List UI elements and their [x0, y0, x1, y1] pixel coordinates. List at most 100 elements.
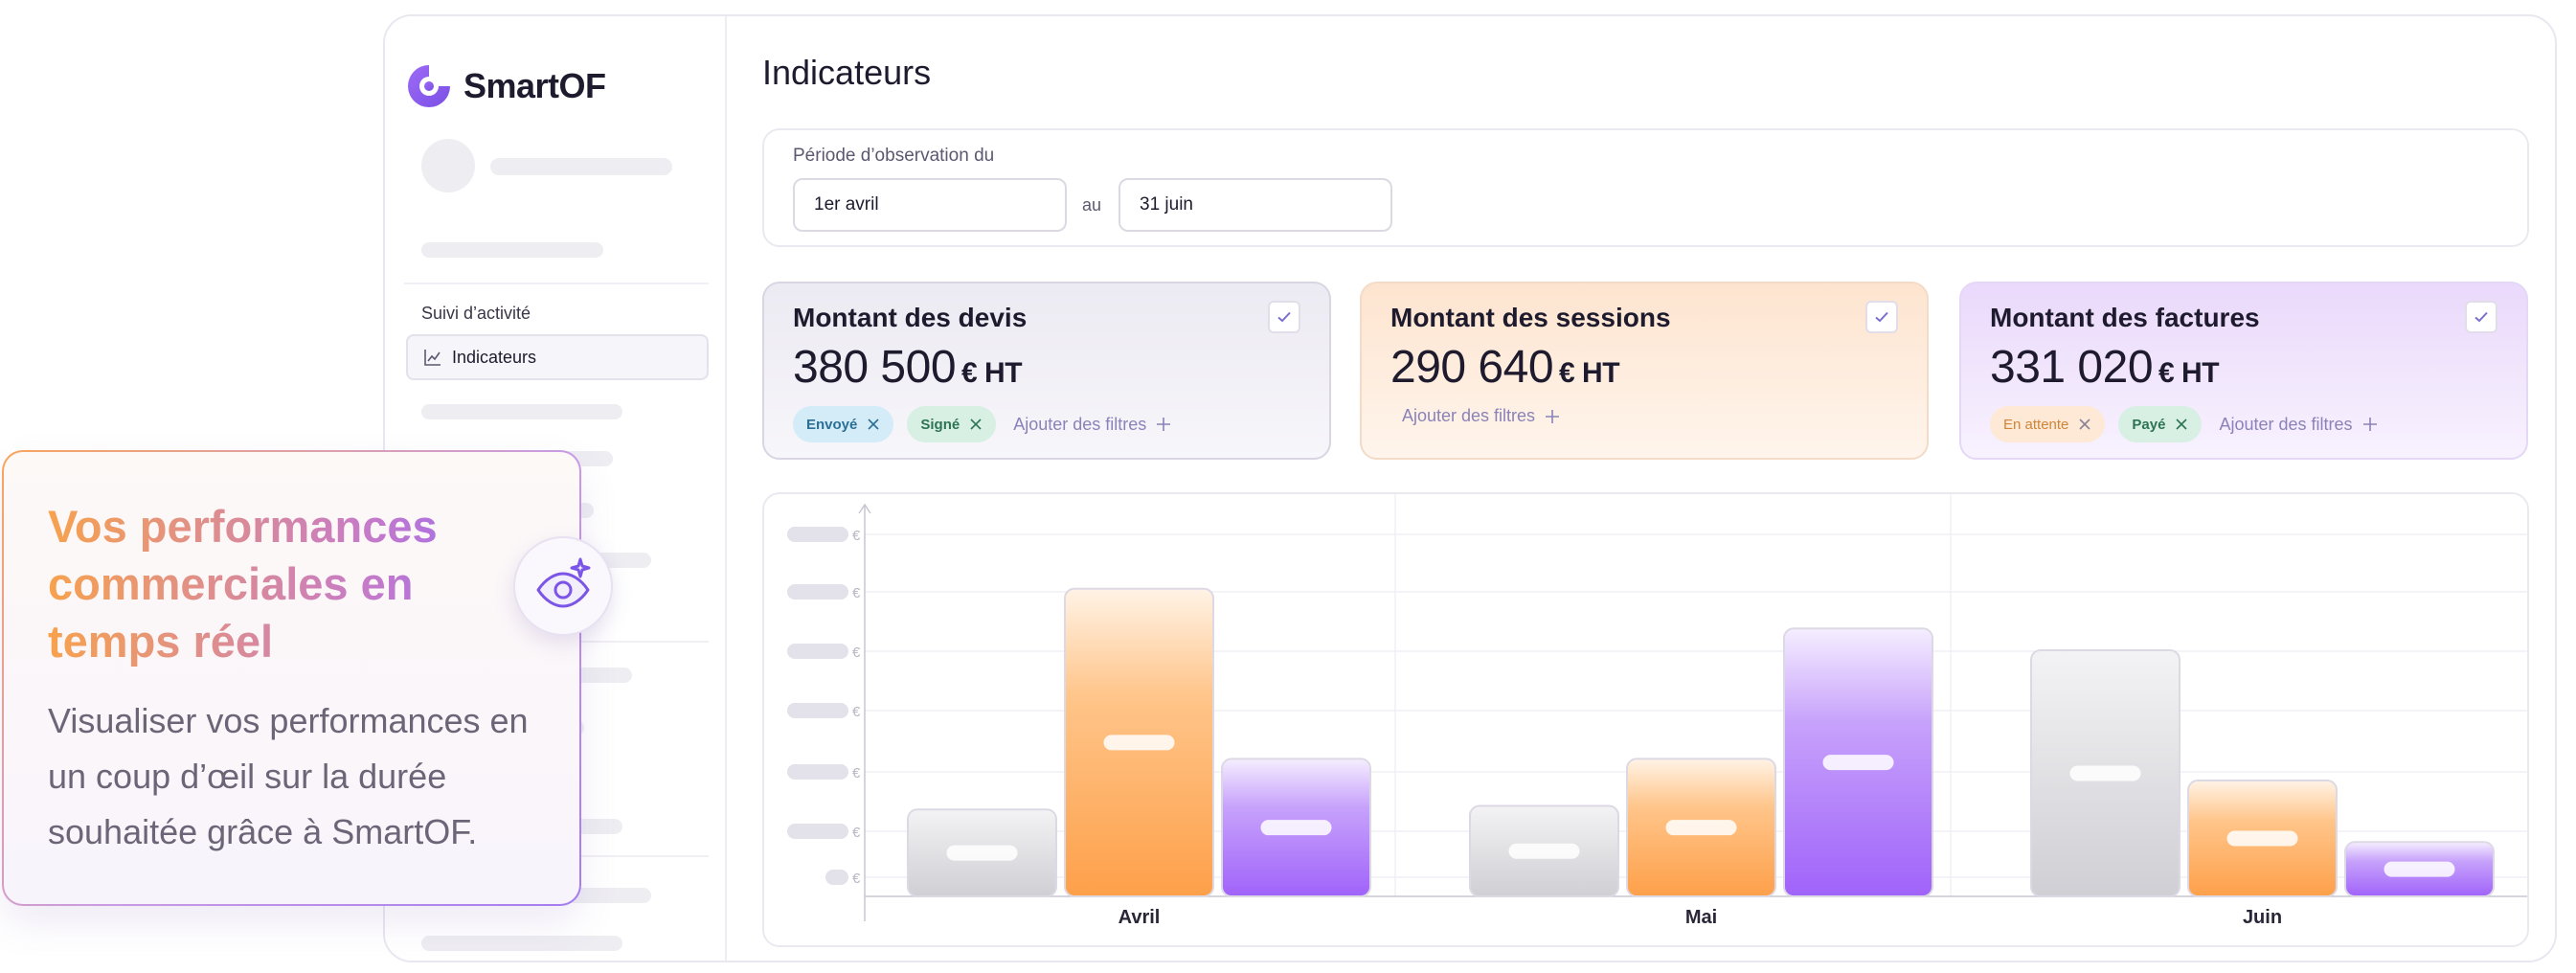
period-separator: au	[1082, 195, 1102, 215]
filter-chip[interactable]: En attente	[1990, 406, 2106, 442]
check-icon	[1277, 311, 1291, 323]
kpi-amount: 290 640	[1390, 342, 1554, 393]
date-to-input[interactable]	[1119, 178, 1392, 232]
plus-icon	[2362, 418, 2377, 431]
callout-text: Visualiser vos performances en un coup d…	[48, 701, 529, 851]
kpi-value: 290 640 € HT	[1390, 341, 1620, 394]
plus-icon	[1546, 409, 1560, 423]
kpi-title: Montant des factures	[1990, 303, 2260, 332]
kpi-checkbox[interactable]	[1268, 301, 1300, 333]
filter-chip-label: Signé	[920, 416, 960, 433]
x-tick-label: Mai	[1685, 907, 1717, 928]
y-tick-unit: €	[852, 765, 861, 781]
y-tick-placeholder	[787, 644, 848, 659]
sidebar-section-label: Suivi d’activité	[421, 304, 531, 323]
kpi-title: Montant des devis	[793, 303, 1028, 332]
y-tick-unit: €	[852, 871, 861, 887]
bar-value-placeholder	[1665, 820, 1737, 836]
add-filter-label: Ajouter des filtres	[1402, 406, 1536, 425]
y-tick-placeholder	[787, 764, 848, 780]
kpi-title: Montant des sessions	[1390, 303, 1671, 332]
add-filter-button[interactable]: Ajouter des filtres	[1013, 415, 1171, 435]
username-placeholder	[490, 158, 672, 175]
y-tick-unit: €	[852, 528, 861, 544]
check-icon	[1875, 311, 1888, 323]
add-filter-label: Ajouter des filtres	[2219, 414, 2353, 434]
kpi-amount: 331 020	[1990, 342, 2154, 393]
kpi-checkbox[interactable]	[2465, 301, 2497, 333]
y-tick-placeholder	[787, 824, 848, 839]
close-icon[interactable]	[867, 418, 880, 431]
kpi-unit: € HT	[2158, 357, 2220, 389]
sidebar-item-label: Indicateurs	[452, 347, 537, 367]
page-title: Indicateurs	[762, 53, 932, 92]
kpi-checkbox[interactable]	[1865, 301, 1898, 333]
smartof-logo-icon	[408, 65, 450, 107]
y-tick-placeholder	[787, 527, 848, 542]
filter-chip-label: Envoyé	[806, 416, 858, 433]
period-filter: Période d’observation du au	[762, 128, 2529, 247]
plus-icon	[1157, 418, 1171, 431]
x-tick-label: Avril	[1119, 907, 1161, 928]
add-filter-label: Ajouter des filtres	[1013, 414, 1147, 434]
bar-value-placeholder	[1508, 843, 1580, 859]
avatar-placeholder	[421, 139, 475, 192]
filter-chip[interactable]: Envoyé	[793, 406, 894, 442]
check-icon	[2474, 311, 2488, 323]
logo[interactable]: SmartOF	[404, 59, 606, 113]
app-window: SmartOF Suivi d’activité Indicateurs Ind…	[383, 14, 2557, 962]
y-tick-unit: €	[852, 825, 861, 841]
bar-value-placeholder	[946, 845, 1018, 861]
period-label: Période d’observation du	[793, 146, 995, 166]
y-tick-unit: €	[852, 704, 861, 720]
menu-placeholder	[421, 242, 603, 258]
callout-title: Vos performances commerciales en temps r…	[48, 498, 498, 670]
kpi-value: 331 020 € HT	[1990, 341, 2220, 394]
kpi-card-sessions[interactable]: Montant des sessions 290 640 € HT Ajouter…	[1360, 282, 1929, 460]
bar-chart: € € € € € € € Avril Mai Juin	[787, 494, 2527, 928]
filter-chip[interactable]: Signé	[907, 406, 997, 442]
kpi-filters: Envoyé Signé Ajouter des filtres	[793, 406, 1171, 442]
filter-chip-label: Payé	[2132, 416, 2166, 433]
chart-card: € € € € € € € Avril Mai Juin	[762, 492, 2529, 947]
add-filter-button[interactable]: Ajouter des filtres	[1402, 406, 1560, 426]
x-tick-label: Juin	[2243, 907, 2282, 928]
y-tick-unit: €	[852, 645, 861, 661]
bar-value-placeholder	[1822, 755, 1894, 771]
y-tick-placeholder	[825, 870, 848, 885]
sidebar-item-indicateurs[interactable]: Indicateurs	[406, 334, 709, 380]
kpi-amount: 380 500	[793, 342, 957, 393]
sidebar-divider	[404, 283, 709, 284]
chart-line-icon	[424, 350, 441, 366]
filter-chip[interactable]: Payé	[2118, 406, 2203, 442]
bar-value-placeholder	[2226, 830, 2298, 847]
main-content: Indicateurs Période d’observation du au …	[727, 16, 2555, 961]
kpi-unit: € HT	[961, 357, 1023, 389]
close-icon[interactable]	[2175, 418, 2188, 431]
eye-sparkle-icon	[536, 557, 591, 608]
menu-placeholder	[421, 936, 622, 951]
feature-callout-body: Vos performances commerciales en temps r…	[4, 452, 579, 904]
bar-value-placeholder	[2384, 861, 2455, 877]
close-icon[interactable]	[969, 418, 983, 431]
eye-badge	[513, 536, 613, 636]
y-tick-placeholder	[787, 703, 848, 718]
app-name: SmartOF	[463, 66, 606, 105]
kpi-filters: Ajouter des filtres	[1398, 406, 1560, 426]
y-tick-unit: €	[852, 585, 861, 601]
kpi-value: 380 500 € HT	[793, 341, 1023, 394]
bar-value-placeholder	[2069, 765, 2141, 781]
bar-value-placeholder	[1103, 735, 1175, 751]
feature-callout: Vos performances commerciales en temps r…	[2, 450, 581, 906]
kpi-card-factures[interactable]: Montant des factures 331 020 € HT En atte…	[1959, 282, 2528, 460]
close-icon[interactable]	[2078, 418, 2091, 431]
kpi-unit: € HT	[1559, 357, 1620, 389]
kpi-filters: En attente Payé Ajouter des filtres	[1990, 406, 2378, 442]
filter-chip-label: En attente	[2003, 416, 2069, 433]
menu-placeholder	[421, 404, 622, 419]
y-tick-placeholder	[787, 584, 848, 600]
date-from-input[interactable]	[793, 178, 1067, 232]
add-filter-button[interactable]: Ajouter des filtres	[2219, 415, 2377, 435]
kpi-card-devis[interactable]: Montant des devis 380 500 € HT Envoyé Sig…	[762, 282, 1331, 460]
bar-value-placeholder	[1260, 820, 1332, 836]
